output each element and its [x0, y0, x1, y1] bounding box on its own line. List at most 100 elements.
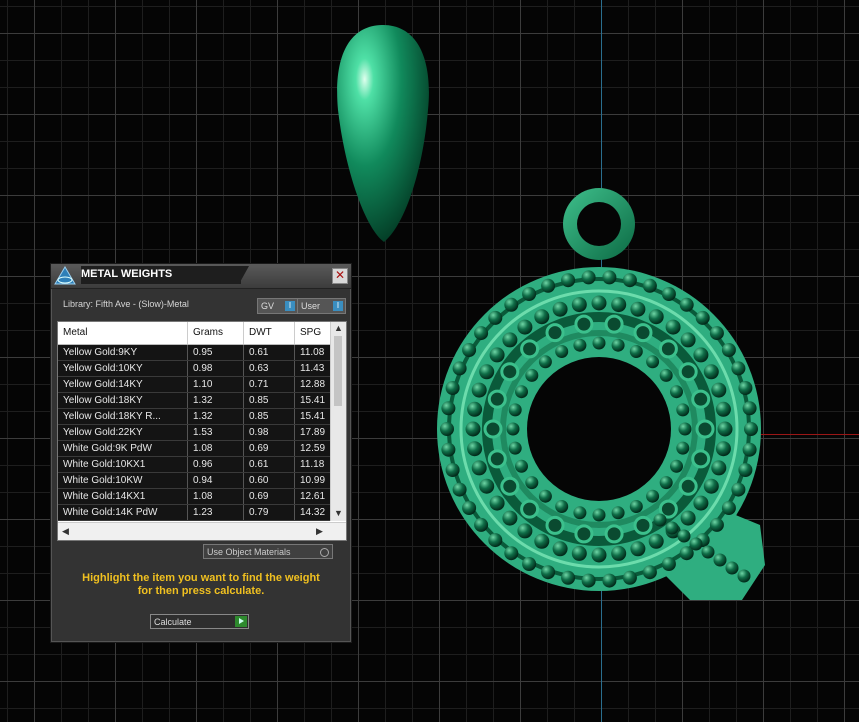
bead	[504, 297, 519, 312]
bead	[680, 510, 696, 526]
scroll-down-icon[interactable]: ▼	[334, 508, 343, 518]
setting-cup	[678, 362, 698, 382]
close-icon[interactable]: ✕	[332, 268, 348, 284]
bead	[471, 382, 487, 398]
horizontal-scrollbar[interactable]: ◀ ▶	[58, 522, 346, 540]
bead	[440, 422, 454, 436]
bead	[517, 523, 533, 539]
bead	[525, 368, 539, 382]
bead	[670, 459, 683, 473]
grams-cell: 1.08	[188, 489, 244, 504]
bead	[611, 545, 627, 561]
q-pendant-object[interactable]	[437, 267, 765, 600]
spg-cell: 15.41	[300, 411, 326, 422]
setting-cup	[487, 449, 507, 469]
panel-titlebar[interactable]: METAL WEIGHTS ✕	[51, 264, 351, 289]
table-row[interactable]: White Gold:14K PdW 1.23 0.79 14.32	[58, 505, 330, 521]
scrollbar-thumb[interactable]	[334, 336, 342, 406]
grams-cell: 1.23	[188, 505, 244, 520]
scroll-right-icon[interactable]: ▶	[316, 526, 323, 537]
table-row[interactable]: White Gold:10KW 0.94 0.60 10.99	[58, 473, 330, 489]
bead	[602, 270, 617, 285]
calculate-button[interactable]: Calculate	[150, 614, 249, 629]
metal-cell: White Gold:10KW	[58, 473, 188, 488]
setting-cup	[574, 524, 594, 544]
dwt-cell: 0.71	[244, 377, 295, 392]
table-row[interactable]: Yellow Gold:18KY 1.32 0.85 15.41	[58, 393, 330, 409]
spg-cell: 15.41	[300, 395, 326, 406]
metal-cell: White Gold:14KX1	[58, 489, 188, 504]
spg-cell: 12.61	[300, 491, 326, 502]
table-row[interactable]: Yellow Gold:14KY 1.10 0.71 12.88	[58, 377, 330, 393]
bead	[591, 295, 607, 311]
dwt-cell: 0.98	[244, 425, 295, 440]
table-row[interactable]: White Gold:9K PdW 1.08 0.69 12.59	[58, 441, 330, 457]
bead	[555, 500, 569, 513]
table-row[interactable]: White Gold:14KX1 1.08 0.69 12.61	[58, 489, 330, 505]
use-object-materials-toggle[interactable]: Use Object Materials	[203, 544, 333, 559]
spg-cell: 11.43	[300, 363, 325, 374]
radio-icon	[320, 548, 329, 557]
scroll-left-icon[interactable]: ◀	[62, 526, 69, 537]
vertical-scrollbar[interactable]: ▲ ▼	[330, 322, 346, 521]
bead	[517, 319, 533, 335]
bead	[703, 478, 719, 494]
bead	[695, 310, 710, 325]
bead	[622, 273, 637, 288]
bead	[665, 521, 679, 535]
bead	[693, 347, 709, 363]
bead	[679, 297, 694, 312]
spg-cell: 11.08	[300, 347, 325, 358]
bead	[689, 537, 703, 551]
bead	[571, 545, 587, 561]
spg-cell: 10.99	[300, 475, 326, 486]
column-header-dwt[interactable]: DWT	[244, 322, 295, 344]
bead	[648, 309, 664, 325]
bead	[611, 506, 625, 520]
panel-title: METAL WEIGHTS	[81, 266, 241, 284]
bead	[661, 287, 676, 301]
column-header-spg[interactable]: SPG	[295, 322, 335, 344]
instruction-line-2: for then press calculate.	[137, 585, 265, 597]
calculate-label: Calculate	[154, 617, 192, 627]
bead	[592, 508, 606, 522]
bead	[591, 547, 607, 563]
setting-cup	[483, 419, 503, 439]
column-header-metal[interactable]: Metal	[58, 322, 188, 344]
bead	[721, 501, 736, 515]
teardrop-object[interactable]	[337, 25, 429, 242]
table-row[interactable]: Yellow Gold:18KY R... 1.32 0.85 15.41	[58, 409, 330, 425]
bead	[502, 332, 518, 348]
user-toggle-knob: I	[333, 301, 343, 311]
play-arrow-icon	[235, 616, 247, 627]
column-header-grams[interactable]: Grams	[188, 322, 244, 344]
setting-cup	[487, 389, 507, 409]
scroll-up-icon[interactable]: ▲	[334, 323, 343, 333]
app-logo-icon	[54, 266, 76, 285]
spg-cell: 14.32	[300, 507, 326, 518]
table-row[interactable]: Yellow Gold:10KY 0.98 0.63 11.43	[58, 361, 330, 377]
bead	[611, 297, 627, 313]
setting-cup	[633, 323, 653, 343]
bead	[642, 278, 657, 293]
bead	[534, 309, 550, 325]
table-row[interactable]: Yellow Gold:9KY 0.95 0.61 11.08	[58, 345, 330, 361]
bead	[642, 565, 657, 580]
user-toggle[interactable]: User I	[297, 298, 346, 314]
setting-cup	[691, 449, 711, 469]
gv-toggle[interactable]: GV I	[257, 298, 298, 314]
grams-cell: 1.32	[188, 409, 244, 424]
bead	[489, 347, 505, 363]
bead	[488, 310, 503, 325]
table-row[interactable]: White Gold:10KX1 0.96 0.61 11.18	[58, 457, 330, 473]
bead	[737, 569, 751, 583]
bead	[717, 421, 733, 437]
bead	[479, 478, 495, 494]
bead	[573, 506, 587, 520]
library-label: Library: Fifth Ave - (Slow)-Metal	[63, 299, 189, 309]
bead	[452, 482, 467, 497]
table-row[interactable]: Yellow Gold:22KY 1.53 0.98 17.89	[58, 425, 330, 441]
bead	[552, 301, 568, 317]
bead	[508, 403, 522, 417]
bead	[659, 476, 673, 490]
